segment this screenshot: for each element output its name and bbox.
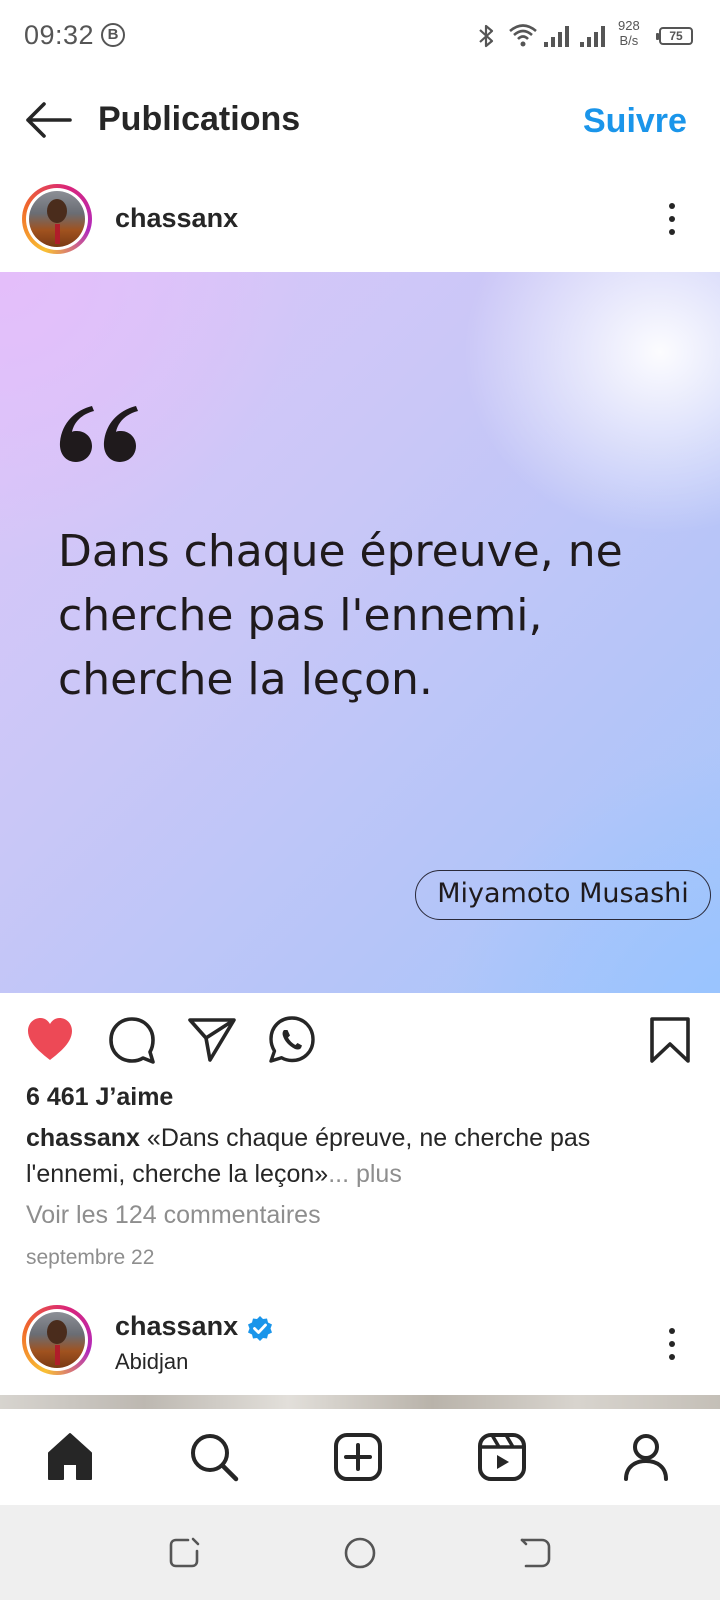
- next-post-image-edge: [0, 1395, 720, 1409]
- back-nav-icon[interactable]: [518, 1535, 554, 1571]
- quote-mark-icon: [59, 406, 138, 462]
- next-post-username[interactable]: chassanx: [115, 1311, 238, 1342]
- search-icon[interactable]: [186, 1429, 242, 1485]
- create-icon[interactable]: [330, 1429, 386, 1485]
- page-title: Publications: [98, 100, 301, 138]
- signal-icon-1: [544, 26, 569, 47]
- author-tag: Miyamoto Musashi: [415, 870, 711, 920]
- next-post-location[interactable]: Abidjan: [115, 1349, 188, 1375]
- bookmark-icon[interactable]: [644, 1014, 696, 1066]
- bottom-nav: [0, 1409, 720, 1505]
- avatar[interactable]: [22, 184, 92, 254]
- net-speed-value: 928: [618, 18, 640, 33]
- share-icon[interactable]: [186, 1014, 238, 1066]
- home-circle-icon[interactable]: [342, 1535, 378, 1571]
- battery-icon: 75: [656, 27, 693, 45]
- comment-icon[interactable]: [106, 1014, 158, 1066]
- b-badge-icon: B: [101, 23, 125, 47]
- back-button[interactable]: [22, 98, 74, 142]
- post-username[interactable]: chassanx: [115, 203, 238, 234]
- net-speed-unit: B/s: [619, 33, 639, 48]
- post-date: septembre 22: [26, 1246, 155, 1269]
- follow-button[interactable]: Suivre: [583, 102, 687, 141]
- home-icon[interactable]: [42, 1429, 98, 1485]
- like-heart-icon[interactable]: [24, 1014, 76, 1066]
- verified-badge-icon: [248, 1316, 272, 1341]
- caption-more-link[interactable]: ... plus: [328, 1160, 402, 1188]
- caption-username[interactable]: chassanx: [26, 1124, 140, 1152]
- quote-text: Dans chaque épreuve, ne cherche pas l'en…: [58, 526, 623, 705]
- reels-icon[interactable]: [474, 1429, 530, 1485]
- likes-count[interactable]: 6 461 J’aime: [26, 1083, 173, 1112]
- wifi-icon: [509, 24, 537, 47]
- whatsapp-icon[interactable]: [266, 1014, 318, 1066]
- system-nav-bar: [0, 1505, 720, 1600]
- net-speed: 928 B/s: [618, 18, 640, 48]
- profile-icon[interactable]: [618, 1429, 674, 1485]
- recent-apps-icon[interactable]: [166, 1535, 202, 1571]
- signal-icon-2: [580, 26, 605, 47]
- status-time: 09:32: [24, 20, 95, 50]
- more-options-button[interactable]: [660, 199, 684, 239]
- bluetooth-icon: [479, 24, 494, 48]
- caption: chassanx «Dans chaque épreuve, ne cherch…: [26, 1120, 686, 1192]
- next-post-more-button[interactable]: [660, 1324, 684, 1364]
- view-comments-link[interactable]: Voir les 124 commentaires: [26, 1201, 321, 1230]
- next-post-avatar[interactable]: [22, 1305, 92, 1375]
